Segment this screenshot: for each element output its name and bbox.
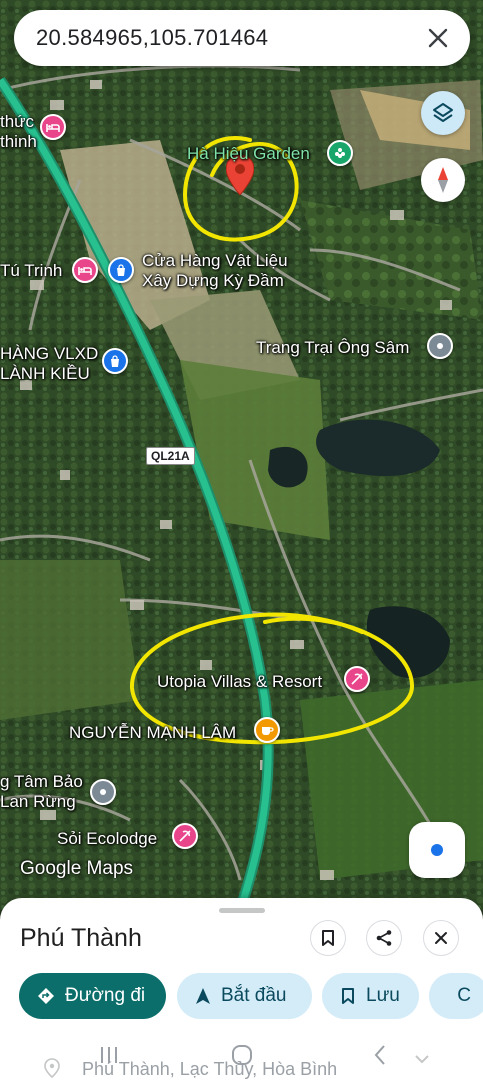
shopping-bag-icon[interactable] [102,348,128,374]
share-label: C [457,985,471,1006]
park-icon[interactable] [327,140,353,166]
label-cua-hang-vat-lieu[interactable]: Cửa Hàng Vật Liệu Xây Dựng Kỳ Đầm [142,251,288,290]
back-icon [374,1045,385,1065]
directions-button[interactable]: Đường đi [19,973,166,1019]
label-tam-bao-lan-rung[interactable]: g Tâm Bảo Lan Rừng [0,772,83,811]
close-icon [435,932,447,944]
directions-icon [38,988,54,1004]
resort-icon[interactable] [172,823,198,849]
road-badge: QL21A [146,447,195,465]
chevron-down-icon [415,1055,429,1064]
label-nguyen-manh-lam[interactable]: NGUYỄN MẠNH LÂM [69,723,236,743]
system-navigation-bar [101,1045,429,1065]
save-button[interactable]: Lưu [322,973,419,1019]
label-thuc-thinh[interactable]: thức thinh [0,112,37,151]
cafe-icon[interactable] [254,717,280,743]
share-icon [376,930,392,946]
start-label: Bắt đầu [221,985,287,1006]
compass-icon [438,167,448,193]
share-button[interactable] [366,920,402,956]
label-ha-hieu-garden[interactable]: Hà Hiệu Garden [187,144,310,164]
hotel-icon[interactable] [72,257,98,283]
directions-label: Đường đi [65,985,146,1006]
search-query[interactable]: 20.584965,105.701464 [36,25,424,51]
resort-icon[interactable] [344,666,370,692]
place-title: Phú Thành [20,924,142,952]
share-chip-button[interactable]: C [429,973,483,1019]
navigation-arrow-icon [196,988,210,1004]
start-navigation-button[interactable]: Bắt đầu [177,973,312,1019]
bookmark-button[interactable] [310,920,346,956]
save-label: Lưu [366,985,400,1006]
home-icon [232,1045,252,1065]
layers-button[interactable] [421,91,465,135]
label-trang-trai-ong-sam[interactable]: Trang Trại Ông Sâm [256,338,409,358]
bookmark-icon [342,988,354,1004]
hotel-icon[interactable] [40,114,66,140]
place-bottom-sheet[interactable]: Phú Thành Đường đi Bắt đầu Lưu C Phú Thà… [0,898,483,1080]
recent-apps-icon [101,1047,117,1063]
place-pin-icon[interactable] [427,333,453,359]
label-hang-vlxd[interactable]: HÀNG VLXD LÀNH KIỀU [0,344,98,383]
close-icon [428,28,448,48]
shopping-bag-icon[interactable] [108,257,134,283]
sheet-drag-handle[interactable] [219,908,265,913]
clear-search-button[interactable] [424,24,452,52]
label-tu-trinh[interactable]: Tú Trinh [0,261,62,281]
google-maps-logo: Google Maps [20,858,134,879]
my-location-icon [431,844,443,856]
label-soi-ecolodge[interactable]: Sỏi Ecolodge [57,829,157,849]
close-sheet-button[interactable] [423,920,459,956]
bookmark-icon [322,930,334,946]
place-pin-icon[interactable] [90,779,116,805]
my-location-button[interactable] [409,822,465,878]
search-bar[interactable]: 20.584965,105.701464 [14,10,470,66]
map-canvas[interactable]: QL21A thức thinh Hà Hiệu Garden Tú Trinh… [0,0,483,910]
label-utopia-villas[interactable]: Utopia Villas & Resort [157,672,322,692]
layers-icon [433,103,453,122]
compass-button[interactable] [421,158,465,202]
